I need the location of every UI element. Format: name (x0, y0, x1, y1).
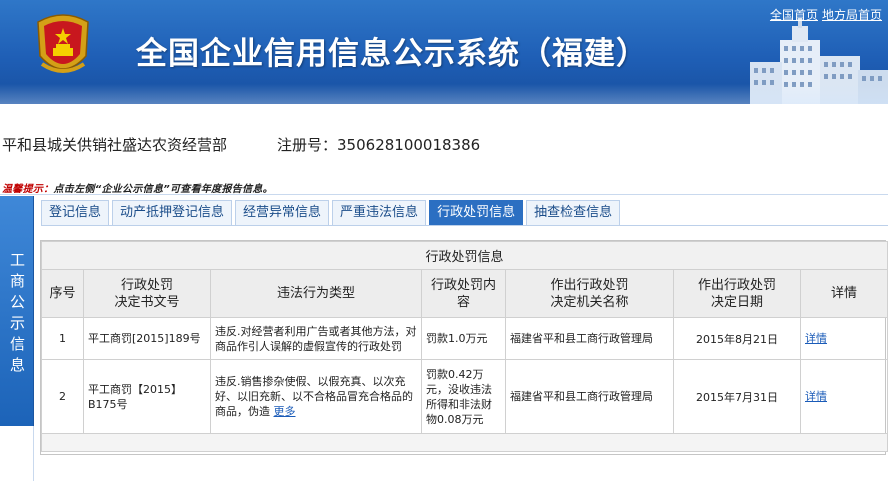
side-tab-label: 工商公示信息 (8, 252, 26, 378)
divider (0, 194, 888, 195)
cell-seq: 2 (41, 359, 84, 434)
cell-detail: 详情 (799, 317, 888, 360)
detail-link[interactable]: 详情 (805, 332, 827, 345)
tab-administrative-penalty[interactable]: 行政处罚信息 (429, 200, 524, 225)
top-links: 全国首页 地方局首页 (766, 6, 882, 23)
cell-content: 罚款0.42万元，没收违法所得和非法财物0.08万元 (421, 359, 506, 434)
header-violation: 违法行为类型 (210, 269, 422, 318)
cell-authority: 福建省平和县工商行政管理局 (505, 317, 674, 360)
tab-abnormal-operation[interactable]: 经营异常信息 (235, 200, 330, 225)
header-doc-no: 行政处罚 决定书文号 (83, 269, 211, 318)
tab-registration[interactable]: 登记信息 (41, 200, 110, 225)
side-tab-business-info[interactable]: 工商公示信息 (0, 196, 34, 426)
header-authority: 作出行政处罚 决定机关名称 (505, 269, 674, 318)
penalty-table: 行政处罚信息 序号 行政处罚 决定书文号 违法行为类型 行政处罚内 容 作出行政… (40, 241, 888, 452)
header-date: 作出行政处罚 决定日期 (673, 269, 801, 318)
local-home-link[interactable]: 地方局首页 (822, 8, 882, 22)
more-link[interactable]: 更多 (274, 405, 296, 418)
cell-detail: 详情 (799, 359, 888, 434)
cell-seq: 1 (41, 317, 84, 360)
table-caption: 行政处罚信息 (40, 241, 888, 270)
violation-text: 违反.销售掺杂使假、以假充真、以次充好、以旧充新、以不合格品冒充合格品的商品，伪… (215, 375, 413, 418)
violation-text: 违反.对经营者利用广告或者其他方法，对商品作引人误解的虚假宣传的行政处罚 (215, 324, 417, 353)
cell-violation: 违反.销售掺杂使假、以假充真、以次充好、以旧充新、以不合格品冒充合格品的商品，伪… (210, 359, 422, 434)
header-seq: 序号 (41, 269, 84, 318)
table-footer-row (40, 433, 888, 452)
warning-tip: 温馨提示：点击左侧“企业公示信息”可查看年度报告信息。 (2, 180, 273, 195)
cell-date: 2015年7月31日 (673, 359, 801, 434)
header-content: 行政处罚内 容 (421, 269, 506, 318)
site-title: 全国企业信用信息公示系统（福建） (136, 36, 648, 72)
side-tab-spacer (0, 426, 34, 481)
company-name: 平和县城关供销社盛达农资经营部 (2, 136, 228, 154)
tab-bar: 登记信息 动产抵押登记信息 经营异常信息 严重违法信息 行政处罚信息 抽查检查信… (41, 200, 623, 226)
table-row: 2 平工商罚【2015】B175号 违反.销售掺杂使假、以假充真、以次充好、以旧… (41, 359, 888, 434)
table-footer (40, 433, 888, 452)
cell-date: 2015年8月21日 (673, 317, 801, 360)
table-header-row: 序号 行政处罚 决定书文号 违法行为类型 行政处罚内 容 作出行政处罚 决定机关… (41, 269, 888, 318)
buildings-illustration-icon (750, 18, 888, 104)
table-row: 1 平工商罚[2015]189号 违反.对经营者利用广告或者其他方法，对商品作引… (41, 317, 888, 360)
tab-underline (41, 225, 888, 226)
national-home-link[interactable]: 全国首页 (770, 8, 818, 22)
cell-authority: 福建省平和县工商行政管理局 (505, 359, 674, 434)
cell-content: 罚款1.0万元 (421, 317, 506, 360)
company-info: 平和县城关供销社盛达农资经营部 注册号：350628100018386 (2, 134, 480, 155)
cell-doc-no: 平工商罚[2015]189号 (83, 317, 211, 360)
cell-doc-no: 平工商罚【2015】B175号 (83, 359, 211, 434)
tab-spot-check[interactable]: 抽查检查信息 (526, 200, 621, 225)
detail-link[interactable]: 详情 (805, 390, 827, 403)
tab-chattel-mortgage[interactable]: 动产抵押登记信息 (112, 200, 233, 225)
tab-serious-violation[interactable]: 严重违法信息 (332, 200, 427, 225)
cell-violation: 违反.对经营者利用广告或者其他方法，对商品作引人误解的虚假宣传的行政处罚 (210, 317, 422, 360)
header-banner: 全国企业信用信息公示系统（福建） 全国首页 地方局首页 (0, 0, 888, 104)
registration-number: 注册号：350628100018386 (277, 136, 481, 154)
national-emblem-icon (37, 14, 89, 73)
penalty-panel: 行政处罚信息 序号 行政处罚 决定书文号 违法行为类型 行政处罚内 容 作出行政… (40, 240, 888, 455)
header-detail: 详情 (799, 269, 888, 318)
